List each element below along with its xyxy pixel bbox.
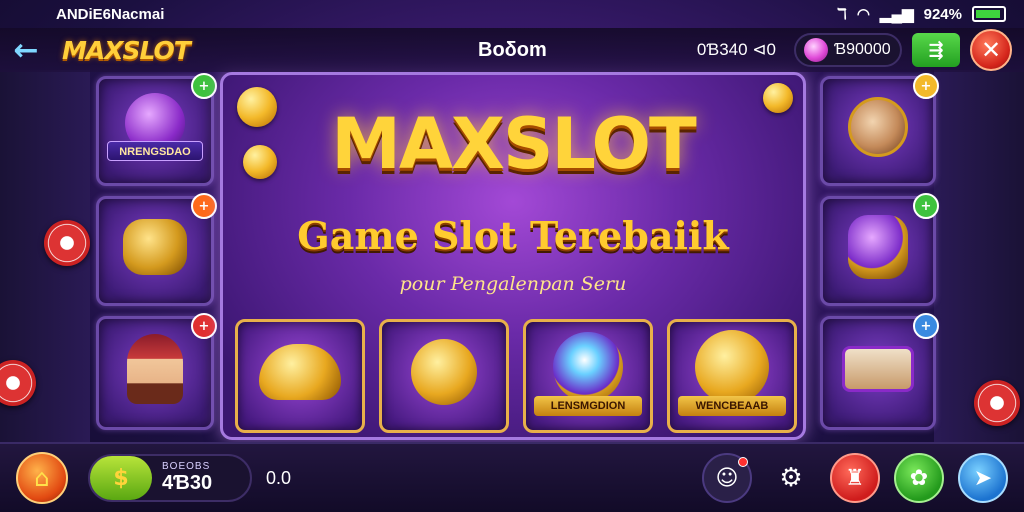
crystal-orb-icon	[553, 332, 623, 403]
right-tile-3[interactable]: +	[820, 313, 939, 430]
send-button[interactable]: ➤	[958, 453, 1008, 503]
bottom-bar: ⌂ $ BOEOBS 4Ɓ30 0.0 ☺ ⚙ ♜ ✿ ➤	[0, 442, 1024, 512]
hero-title: MAXSLOT	[331, 103, 697, 185]
character-icon	[127, 333, 183, 404]
game-card-2[interactable]	[379, 319, 509, 433]
game-card-3[interactable]: LENSMGDION	[523, 319, 653, 433]
scroll-icon	[842, 345, 914, 392]
signal-icon: ▂▄▆	[879, 6, 914, 23]
badge-icon: +	[191, 193, 217, 219]
card-banner: WENCBEAAB	[678, 396, 786, 416]
gem-value: Ɓ90000	[834, 41, 891, 58]
game-card-4[interactable]: WENCBEAAB	[667, 319, 797, 433]
right-decoration	[934, 70, 1024, 442]
app-logo: MAXSLOT	[62, 35, 191, 65]
balance-label: BOEOBS	[162, 461, 211, 472]
extra-value: 0.0	[266, 467, 292, 488]
right-tile-2[interactable]: +	[820, 193, 939, 306]
creature-icon	[848, 96, 908, 157]
alert-button[interactable]: ♜	[830, 453, 880, 503]
game-card-1[interactable]	[235, 319, 365, 433]
game-lobby: NRENGSDAO + + + MAXSLOT Game Slot Tereba…	[86, 72, 939, 442]
hero-tagline: pour Pengalenpan Seru	[399, 273, 627, 295]
tile-banner: NRENGSDAO	[107, 141, 203, 161]
hero-subtitle: Game Slot Terebaiik	[297, 213, 729, 258]
bottom-actions: ☺ ⚙ ♜ ✿ ➤	[702, 453, 1008, 503]
left-tile-3[interactable]: +	[96, 313, 217, 430]
right-tile-1[interactable]: +	[820, 73, 939, 186]
carrier-label: ANDiE6Nacmai	[56, 5, 165, 23]
close-button[interactable]: ✕	[970, 29, 1012, 71]
status-bar: ANDiE6Nacmai ℸ ◠ ▂▄▆ 924%	[0, 0, 1024, 28]
profile-icon: ☺	[715, 465, 739, 491]
top-bar: ← MAXSLOT Boδom 0Ɓ340 ⊲0 Ɓ90000 ⇶ ✕	[0, 28, 1024, 72]
poker-chip-icon	[974, 380, 1020, 426]
badge-icon: +	[913, 313, 939, 339]
left-decoration	[0, 70, 90, 442]
golden-lamp-icon	[259, 343, 341, 400]
alert-icon: ♜	[845, 465, 865, 491]
settings-icon: ⚙	[779, 463, 803, 493]
settings-gear-icon: ✿	[909, 465, 929, 491]
badge-icon: +	[913, 73, 939, 99]
fast-forward-button[interactable]: ⇶	[912, 33, 960, 67]
vase-icon	[848, 214, 908, 279]
close-icon: ✕	[980, 36, 1002, 64]
status-icons: ℸ ◠ ▂▄▆ 924%	[837, 5, 1006, 23]
fast-forward-icon: ⇶	[928, 39, 944, 61]
home-button[interactable]: ⌂	[16, 452, 68, 504]
profile-button[interactable]: ☺	[702, 453, 752, 503]
card-banner: LENSMGDION	[534, 396, 642, 416]
bell-icon	[123, 218, 187, 275]
wifi-icon: ◠	[856, 6, 870, 23]
home-icon: ⌂	[34, 464, 50, 492]
golden-key-icon	[411, 338, 477, 405]
coin-stack-icon: $	[90, 456, 152, 500]
credit-display: 0Ɓ340 ⊲0	[696, 40, 776, 59]
poker-chip-icon	[0, 360, 36, 406]
badge-icon: +	[191, 313, 217, 339]
nfc-icon: ℸ	[837, 6, 847, 23]
hero-panel: MAXSLOT Game Slot Terebaiik pour Pengale…	[220, 72, 806, 440]
options-button[interactable]: ✿	[894, 453, 944, 503]
send-icon: ➤	[973, 465, 993, 491]
notification-dot	[738, 457, 748, 467]
gem-balance[interactable]: Ɓ90000	[794, 33, 902, 67]
battery-percent: 924%	[923, 5, 962, 23]
badge-icon: +	[913, 193, 939, 219]
top-right-controls: 0Ɓ340 ⊲0 Ɓ90000 ⇶ ✕	[697, 29, 1012, 71]
battery-icon	[972, 6, 1006, 22]
balance-text: BOEOBS 4Ɓ30	[162, 461, 212, 495]
badge-icon: +	[191, 73, 217, 99]
golden-shield-icon	[695, 330, 769, 405]
balance-value: 4Ɓ30	[162, 472, 213, 494]
battery-fill	[976, 10, 1000, 18]
poker-chip-icon	[44, 220, 90, 266]
gem-icon	[804, 38, 828, 62]
settings-button[interactable]: ⚙	[766, 453, 816, 503]
page-title: Boδom	[478, 38, 547, 61]
left-tile-2[interactable]: +	[96, 193, 217, 306]
left-tile-1[interactable]: NRENGSDAO +	[96, 73, 217, 186]
back-arrow-icon[interactable]: ←	[8, 32, 44, 68]
balance-box[interactable]: $ BOEOBS 4Ɓ30	[88, 454, 252, 502]
